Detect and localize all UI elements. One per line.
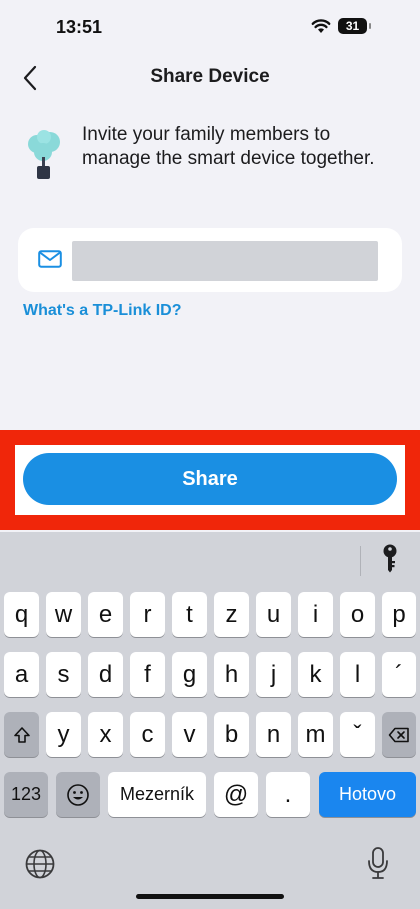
key-s[interactable]: s bbox=[46, 652, 81, 697]
dot-key[interactable]: . bbox=[266, 772, 310, 817]
key-caron[interactable]: ˇ bbox=[340, 712, 375, 757]
status-time: 13:51 bbox=[56, 17, 103, 37]
key-w[interactable]: w bbox=[46, 592, 81, 637]
toolbar-divider bbox=[360, 546, 361, 576]
key-v[interactable]: v bbox=[172, 712, 207, 757]
emoji-icon bbox=[67, 783, 89, 806]
home-indicator bbox=[136, 894, 284, 899]
key-l[interactable]: l bbox=[340, 652, 375, 697]
plant-icon bbox=[28, 130, 60, 179]
key-f[interactable]: f bbox=[130, 652, 165, 697]
key-h[interactable]: h bbox=[214, 652, 249, 697]
key-p[interactable]: p bbox=[382, 592, 416, 637]
email-card bbox=[18, 228, 402, 292]
tplink-id-help-link[interactable]: What's a TP-Link ID? bbox=[23, 302, 181, 320]
email-field[interactable] bbox=[72, 241, 378, 281]
space-key[interactable]: Mezerník bbox=[108, 772, 206, 817]
invite-description: Invite your family members to manage the… bbox=[82, 124, 375, 169]
key-z[interactable]: z bbox=[214, 592, 249, 637]
password-key-icon[interactable] bbox=[382, 544, 398, 574]
key-acute[interactable]: ´ bbox=[382, 652, 416, 697]
keyboard-toolbar bbox=[0, 532, 420, 582]
key-e[interactable]: e bbox=[88, 592, 123, 637]
backspace-key[interactable] bbox=[382, 712, 416, 757]
mail-icon bbox=[38, 250, 62, 268]
key-k[interactable]: k bbox=[298, 652, 333, 697]
key-u[interactable]: u bbox=[256, 592, 291, 637]
at-key[interactable]: @ bbox=[214, 772, 258, 817]
battery-icon: 31 bbox=[338, 18, 371, 34]
key-q[interactable]: q bbox=[4, 592, 39, 637]
key-o[interactable]: o bbox=[340, 592, 375, 637]
shift-icon bbox=[13, 726, 30, 743]
page-title: Share Device bbox=[150, 66, 270, 87]
key-r[interactable]: r bbox=[130, 592, 165, 637]
key-g[interactable]: g bbox=[172, 652, 207, 697]
key-y[interactable]: y bbox=[46, 712, 81, 757]
key-n[interactable]: n bbox=[256, 712, 291, 757]
navigation-bar: Share Device bbox=[0, 56, 420, 100]
keyboard: q w e r t z u i o p a s d f g h j k l ´ … bbox=[0, 532, 420, 909]
key-i[interactable]: i bbox=[298, 592, 333, 637]
key-d[interactable]: d bbox=[88, 652, 123, 697]
key-x[interactable]: x bbox=[88, 712, 123, 757]
share-button[interactable]: Share bbox=[23, 453, 397, 505]
key-t[interactable]: t bbox=[172, 592, 207, 637]
microphone-icon[interactable] bbox=[366, 846, 390, 882]
shift-key[interactable] bbox=[4, 712, 39, 757]
globe-icon[interactable] bbox=[24, 848, 56, 880]
key-m[interactable]: m bbox=[298, 712, 333, 757]
invite-section: Invite your family members to manage the… bbox=[24, 120, 404, 200]
share-highlight-box: Share bbox=[0, 430, 420, 530]
numbers-key[interactable]: 123 bbox=[4, 772, 48, 817]
backspace-icon bbox=[388, 727, 409, 742]
share-button-container: Share bbox=[15, 445, 405, 515]
wifi-icon bbox=[311, 19, 331, 39]
emoji-key[interactable] bbox=[56, 772, 100, 817]
key-c[interactable]: c bbox=[130, 712, 165, 757]
status-bar: 13:51 31 bbox=[0, 0, 420, 56]
key-a[interactable]: a bbox=[4, 652, 39, 697]
key-b[interactable]: b bbox=[214, 712, 249, 757]
key-j[interactable]: j bbox=[256, 652, 291, 697]
done-key[interactable]: Hotovo bbox=[319, 772, 416, 817]
